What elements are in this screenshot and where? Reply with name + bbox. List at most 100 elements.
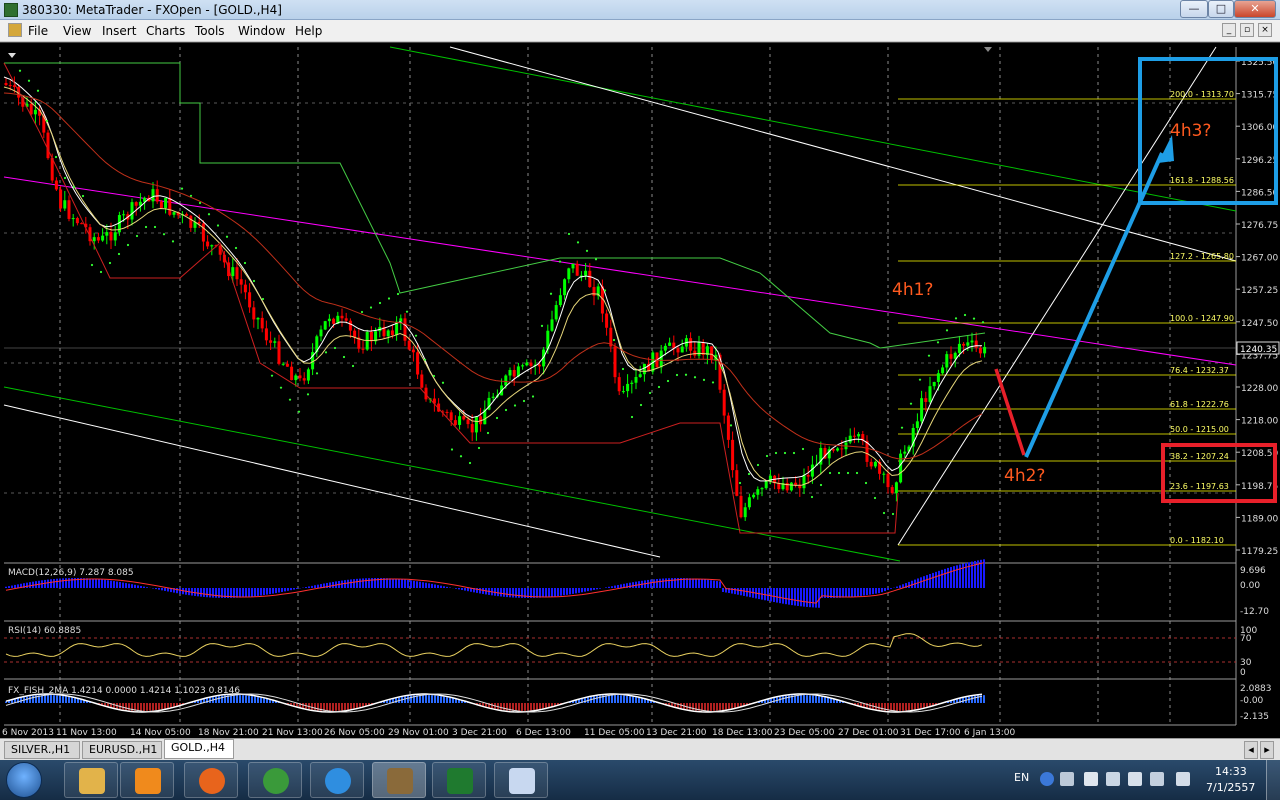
candle-body <box>185 214 189 216</box>
price-axis-label: 1315.75 <box>1241 91 1278 101</box>
candle-body <box>67 200 71 219</box>
clock-date[interactable]: 7/1/2557 <box>1206 781 1255 794</box>
minimize-button[interactable]: — <box>1180 0 1208 18</box>
time-axis-label: 6 Jan 13:00 <box>964 728 1016 738</box>
menu-tools[interactable]: Tools <box>195 24 225 38</box>
language-indicator[interactable]: EN <box>1014 771 1029 784</box>
parabolic-sar-dot <box>90 263 94 267</box>
taskbar-button-internet-explorer[interactable] <box>310 762 364 798</box>
parabolic-sar-dot <box>936 341 940 344</box>
candle-body <box>462 416 466 420</box>
parabolic-sar-dot <box>774 451 778 455</box>
time-axis-label: 14 Nov 05:00 <box>130 728 191 738</box>
close-button[interactable]: ✕ <box>1234 0 1276 18</box>
candle-body <box>96 237 100 241</box>
menu-window[interactable]: Window <box>238 24 285 38</box>
taskbar-button-excel[interactable] <box>432 762 486 798</box>
parabolic-sar-dot <box>495 416 499 420</box>
price-axis-label: 1296.25 <box>1241 156 1278 166</box>
medium-moving-average <box>3 86 983 486</box>
action-center-icon[interactable] <box>1176 772 1190 786</box>
parabolic-sar-dot <box>441 381 445 384</box>
taskbar-button-file-explorer[interactable] <box>64 762 118 798</box>
parabolic-sar-dot <box>387 297 391 300</box>
help-icon[interactable] <box>1040 772 1054 786</box>
lower-band-line <box>3 62 899 534</box>
time-axis-label: 31 Dec 17:00 <box>900 728 961 738</box>
candle-body <box>722 389 726 416</box>
candle-body <box>155 189 159 202</box>
fisher-axis-label: 2.0883 <box>1240 684 1272 694</box>
taskbar-button-firefox[interactable] <box>184 762 238 798</box>
candle-body <box>630 382 634 384</box>
chart-window-icon <box>8 23 22 37</box>
parabolic-sar-dot <box>522 399 526 403</box>
tab-silver[interactable]: SILVER.,H1 <box>4 741 80 759</box>
mdi-restore-button[interactable]: ▫ <box>1240 23 1254 37</box>
slow-moving-average <box>3 92 983 460</box>
fast-moving-average <box>3 76 982 482</box>
ime-icon[interactable] <box>1060 772 1074 786</box>
network-icon[interactable] <box>1128 772 1142 786</box>
candle-body <box>399 318 403 322</box>
candle-body <box>735 470 739 496</box>
candle-body <box>4 83 8 86</box>
menu-insert[interactable]: Insert <box>102 24 136 38</box>
candle-body <box>626 383 630 392</box>
parabolic-sar-dot <box>612 338 616 342</box>
candle-body <box>899 453 903 483</box>
menu-charts[interactable]: Charts <box>146 24 185 38</box>
maximize-button[interactable]: □ <box>1208 0 1234 18</box>
tab-scroll-left-icon[interactable]: ◂ <box>1244 741 1258 759</box>
start-button-icon[interactable] <box>6 762 42 798</box>
candle-body <box>978 347 982 354</box>
taskbar-button-chrome[interactable] <box>248 762 302 798</box>
taskbar-button-metatrader[interactable] <box>372 762 426 798</box>
candle-body <box>105 232 109 236</box>
candle-body <box>210 245 214 247</box>
menu-file[interactable]: File <box>28 24 48 38</box>
upper-white-channel-line <box>449 46 1237 262</box>
flag-icon[interactable] <box>1084 772 1098 786</box>
current-price-label: 1240.35 <box>1240 345 1277 355</box>
clock-time[interactable]: 14:33 <box>1215 765 1247 778</box>
candle-body <box>949 354 953 359</box>
parabolic-sar-dot <box>540 324 544 327</box>
price-axis-label: 1228.00 <box>1241 384 1278 394</box>
candle-body <box>537 364 541 367</box>
candle-body <box>248 292 252 308</box>
tab-scroll-right-icon[interactable]: ▸ <box>1260 741 1274 759</box>
time-axis-label: 21 Nov 13:00 <box>262 728 323 738</box>
parabolic-sar-dot <box>270 374 274 377</box>
window-title: 380330: MetaTrader - FXOpen - [GOLD.,H4] <box>22 3 282 17</box>
menu-help[interactable]: Help <box>295 24 322 38</box>
tab-gold[interactable]: GOLD.,H4 <box>164 739 234 759</box>
candle-body <box>831 449 835 451</box>
candle-body <box>571 263 575 269</box>
taskbar-button-media-player[interactable] <box>120 762 174 798</box>
mdi-close-button[interactable]: × <box>1258 23 1272 37</box>
parabolic-sar-dot <box>459 455 463 458</box>
candle-body <box>621 391 625 393</box>
parabolic-sar-dot <box>360 310 364 314</box>
mdi-minimize-button[interactable]: _ <box>1222 23 1236 37</box>
show-desktop-button[interactable] <box>1266 760 1280 800</box>
printer-icon[interactable] <box>1150 772 1164 786</box>
parabolic-sar-dot <box>378 301 382 305</box>
candle-body <box>252 307 256 320</box>
chart-window[interactable]: 1325.50 1315.75 1306.00 1296.25 1286.50 1276.… <box>0 42 1280 738</box>
menu-view[interactable]: View <box>63 24 91 38</box>
macd-label: MACD(12,26,9) 7.287 8.085 <box>8 568 134 578</box>
candle-body <box>445 411 449 413</box>
time-axis-label: 18 Nov 21:00 <box>198 728 259 738</box>
price-chart[interactable]: 1325.501315.751306.001296.251286.501276.… <box>0 43 1280 739</box>
parabolic-sar-dot <box>855 471 859 475</box>
parabolic-sar-dot <box>333 346 337 350</box>
volume-muted-icon[interactable] <box>1106 772 1120 786</box>
fib-level-label: 100.0 - 1247.90 <box>1170 314 1234 323</box>
parabolic-sar-dot <box>693 376 697 379</box>
candle-body <box>857 434 861 437</box>
taskbar-button-paint[interactable] <box>494 762 548 798</box>
tab-eurusd[interactable]: EURUSD.,H1 <box>82 741 162 759</box>
candle-body <box>420 374 424 388</box>
